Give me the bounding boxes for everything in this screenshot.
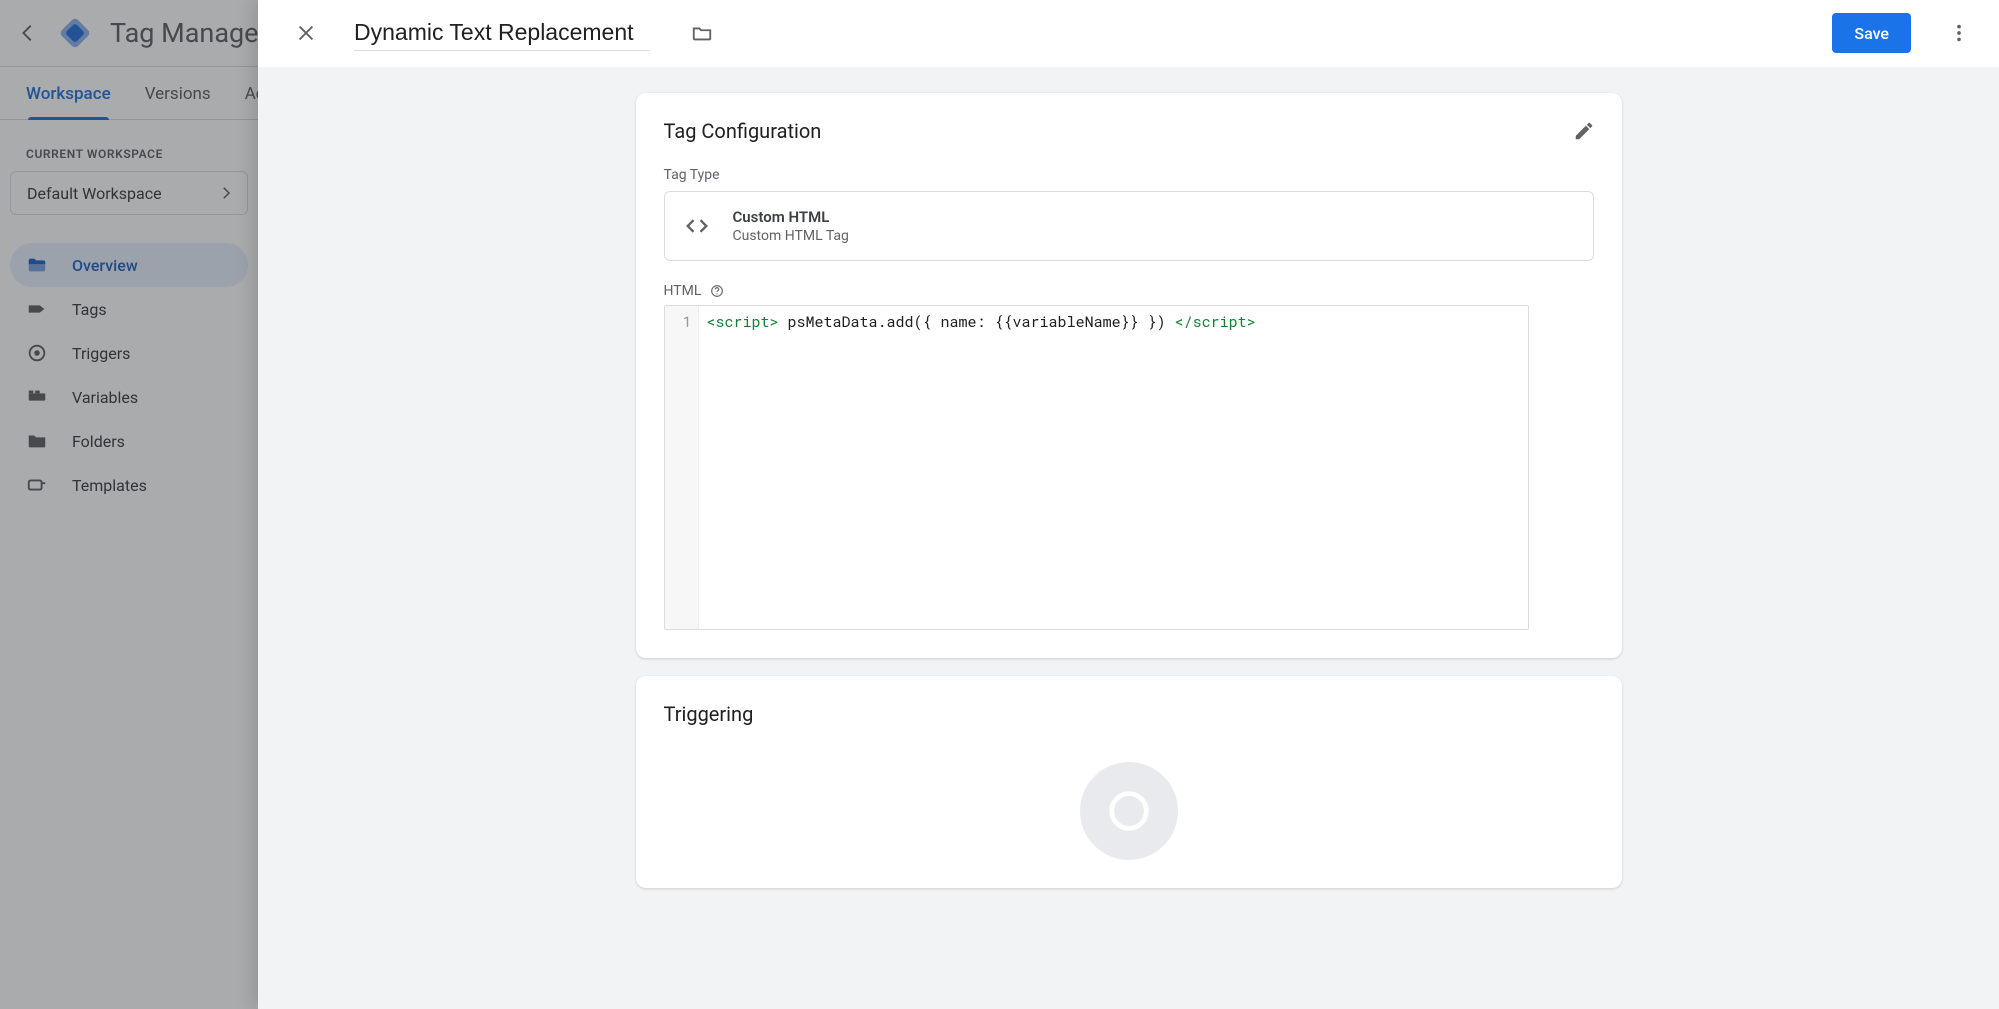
save-button[interactable]: Save [1832,13,1911,53]
panel-header: Save [258,0,1999,67]
card-title: Tag Configuration [664,119,822,143]
code-token-body: psMetaData.add({ name: {{variableName}} … [779,312,1175,332]
code-gutter: 1 [665,306,699,629]
code-token-close: </script> [1175,312,1256,332]
more-menu-button[interactable] [1939,13,1979,53]
folder-outline-icon [691,22,713,44]
trigger-empty-state [664,726,1594,860]
line-number: 1 [665,311,692,333]
tag-name-input[interactable] [354,15,650,51]
triggering-card: Triggering [636,676,1622,888]
tag-type-selector[interactable]: Custom HTML Custom HTML Tag [664,191,1594,261]
tag-type-label: Tag Type [664,167,1594,183]
close-button[interactable] [286,13,326,53]
tag-type-title: Custom HTML [733,208,849,226]
edit-config-button[interactable] [1564,111,1604,151]
add-trigger-button[interactable] [1080,762,1178,860]
target-icon [1103,785,1155,837]
tag-type-text: Custom HTML Custom HTML Tag [733,208,849,244]
code-token-open: <script> [707,312,779,332]
tag-edit-panel: Save Tag Configuration Tag Type [258,0,1999,1009]
more-vert-icon [1948,22,1970,44]
code-content[interactable]: <script> psMetaData.add({ name: {{variab… [699,306,1264,629]
card-title: Triggering [664,702,1594,726]
close-icon [295,22,317,44]
help-icon[interactable] [709,283,725,299]
panel-body: Tag Configuration Tag Type Custom HTML C… [258,67,1999,1009]
html-field-label: HTML [664,283,702,299]
tag-configuration-card: Tag Configuration Tag Type Custom HTML C… [636,93,1622,658]
code-icon [683,212,711,240]
choose-folder-button[interactable] [682,13,722,53]
html-code-editor[interactable]: 1 <script> psMetaData.add({ name: {{vari… [664,305,1529,630]
tag-type-subtitle: Custom HTML Tag [733,228,849,244]
pencil-icon [1573,120,1595,142]
